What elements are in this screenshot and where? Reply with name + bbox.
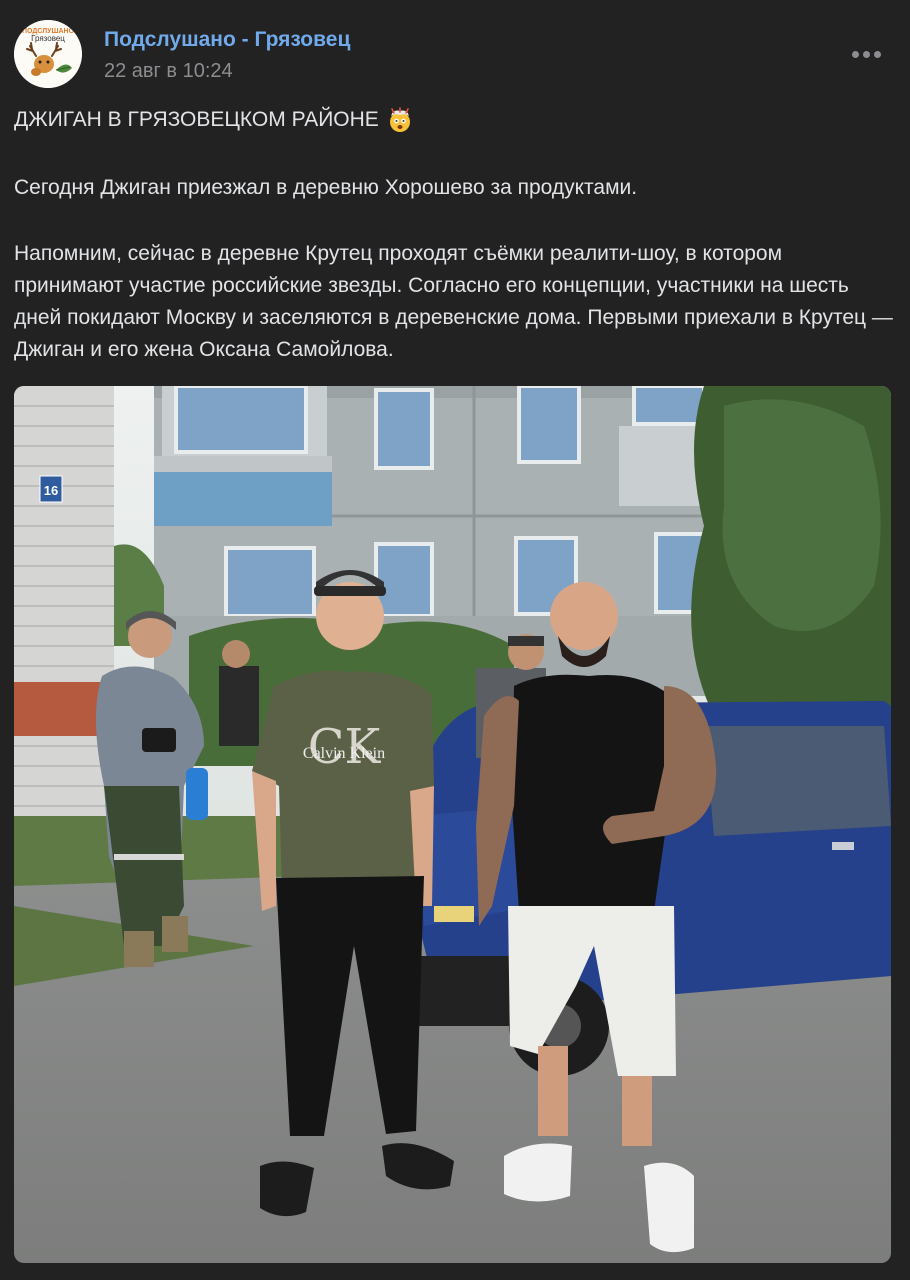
post-paragraph-2: Напомним, сейчас в деревне Крутец проход… (14, 242, 893, 361)
post-photo[interactable]: 16 CK Calvin Klein (14, 386, 891, 1263)
post-card: ПОДСЛУШАНО Грязовец Подслушано - Грязове… (0, 0, 910, 1280)
post-header: ПОДСЛУШАНО Грязовец Подслушано - Грязове… (14, 20, 894, 90)
post-date[interactable]: 22 авг в 10:24 (104, 60, 233, 83)
avatar[interactable]: ПОДСЛУШАНО Грязовец (14, 20, 82, 88)
author-link[interactable]: Подслушано - Грязовец (104, 28, 350, 52)
avatar-caption-bottom: Грязовец (31, 34, 65, 43)
shirt-print: Calvin Klein (303, 745, 385, 762)
exploding-head-emoji-icon (387, 107, 413, 133)
post-headline: ДЖИГАН В ГРЯЗОВЕЦКОМ РАЙОНЕ (14, 108, 379, 131)
post-paragraph-1: Сегодня Джиган приезжал в деревню Хороше… (14, 176, 638, 199)
more-options-icon[interactable] (852, 48, 882, 62)
deer-logo-icon: ПОДСЛУШАНО Грязовец (14, 20, 82, 88)
post-text: ДЖИГАН В ГРЯЗОВЕЦКОМ РАЙОНЕ Сегодня Джиг… (14, 104, 896, 366)
house-number-plate: 16 (44, 483, 58, 498)
post-headline-row: ДЖИГАН В ГРЯЗОВЕЦКОМ РАЙОНЕ (14, 104, 896, 136)
